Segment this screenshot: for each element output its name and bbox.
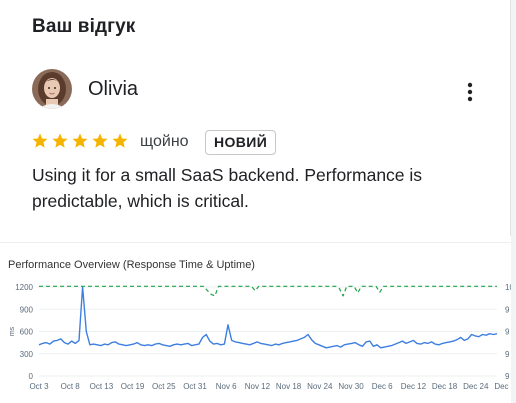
- x-tick-label: Oct 3: [29, 382, 49, 391]
- right-tick-label: 9: [505, 372, 510, 381]
- x-tick-label: Dec 31: [494, 382, 511, 391]
- right-tick-label: 9: [505, 328, 510, 337]
- y-tick-label: 0: [29, 372, 34, 381]
- star-rating: [31, 132, 129, 150]
- x-tick-label: Oct 8: [61, 382, 81, 391]
- y-axis-label: ms: [9, 326, 16, 336]
- y-tick-label: 1200: [15, 283, 33, 292]
- star-icon: [72, 133, 88, 148]
- scroll-gutter: [511, 0, 516, 403]
- right-tick-label: 9: [505, 305, 510, 314]
- x-tick-label: Oct 31: [183, 382, 207, 391]
- x-tick-label: Nov 12: [245, 382, 271, 391]
- more-vertical-icon: [467, 82, 473, 102]
- x-tick-label: Nov 24: [307, 382, 333, 391]
- x-tick-label: Dec 24: [463, 382, 489, 391]
- avatar: [32, 69, 72, 109]
- star-icon: [52, 133, 68, 148]
- uptime-series-line: [39, 285, 497, 297]
- y-tick-label: 600: [20, 328, 34, 337]
- review-time: щойно: [140, 133, 189, 150]
- x-tick-label: Dec 12: [401, 382, 427, 391]
- performance-chart: 09300960099009120010msOct 3Oct 8Oct 13Oc…: [9, 283, 511, 391]
- new-badge: НОВИЙ: [205, 130, 277, 155]
- app-frame: Ваш відгук Olivia щойно НОВИЙ Using it f…: [0, 0, 516, 403]
- y-tick-label: 300: [20, 350, 34, 359]
- review-card: Ваш відгук Olivia щойно НОВИЙ Using it f…: [0, 0, 511, 236]
- x-tick-label: Nov 18: [276, 382, 302, 391]
- avatar-image: [32, 69, 72, 109]
- star-icon: [92, 133, 108, 148]
- review-text: Using it for a small SaaS backend. Perfo…: [32, 165, 423, 211]
- x-tick-label: Nov 30: [338, 382, 364, 391]
- star-icon: [112, 133, 128, 148]
- x-tick-label: Nov 6: [216, 382, 237, 391]
- y-tick-label: 900: [20, 305, 34, 314]
- x-tick-label: Oct 25: [152, 382, 176, 391]
- response-time-series-line: [38, 286, 498, 349]
- x-tick-label: Oct 13: [90, 382, 114, 391]
- x-tick-label: Dec 6: [372, 382, 393, 391]
- right-tick-label: 9: [505, 350, 510, 359]
- star-icon: [32, 133, 48, 148]
- x-tick-label: Oct 19: [121, 382, 145, 391]
- user-name: Olivia: [88, 78, 139, 100]
- section-title: Ваш відгук: [32, 16, 136, 37]
- more-options-button[interactable]: [458, 78, 482, 106]
- chart-panel: Performance Overview (Response Time & Up…: [0, 242, 511, 403]
- x-tick-label: Dec 18: [432, 382, 458, 391]
